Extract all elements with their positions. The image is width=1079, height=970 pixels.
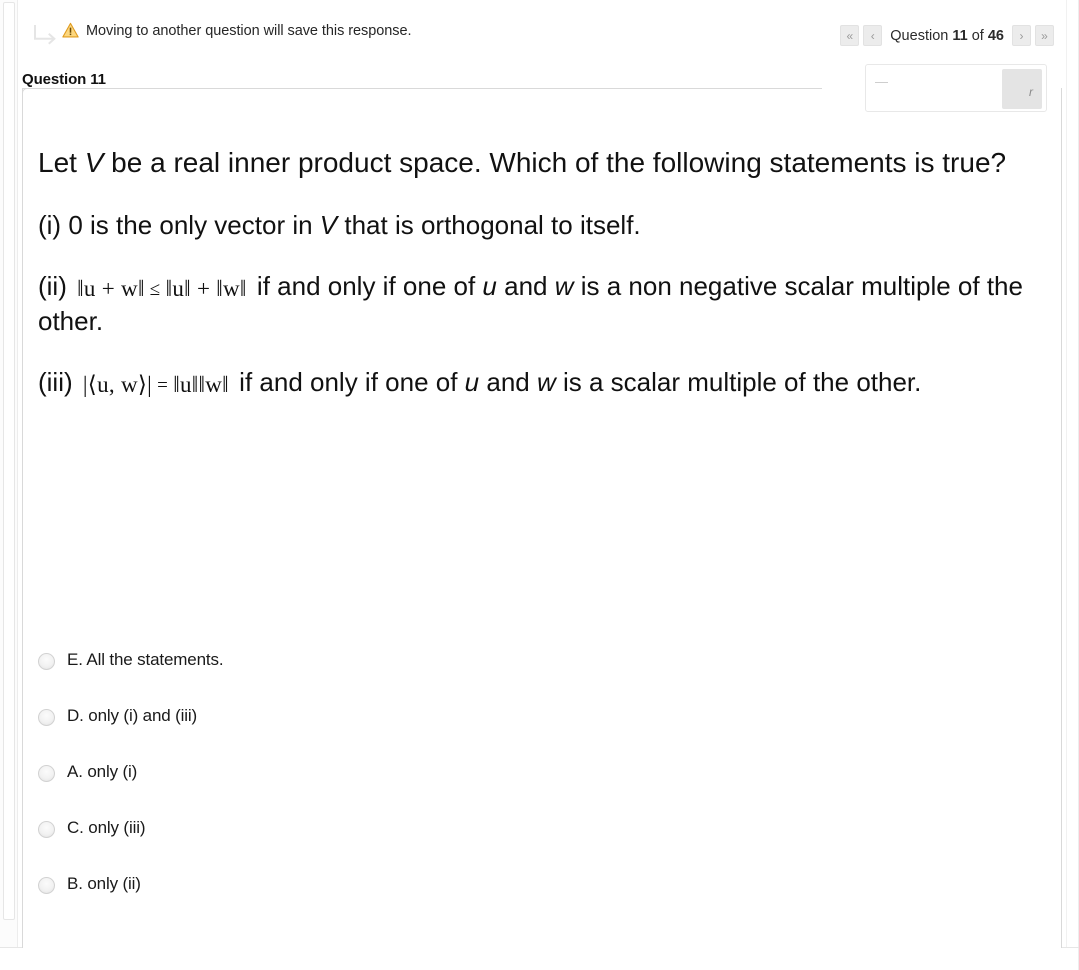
answer-option-b[interactable]: B. only (ii) bbox=[38, 874, 638, 930]
next-question-button[interactable]: › bbox=[1012, 25, 1031, 46]
statement-ii-variable-u: u bbox=[482, 270, 497, 301]
last-question-button[interactable]: » bbox=[1035, 25, 1054, 46]
radio-button-a[interactable] bbox=[38, 765, 55, 782]
answer-option-e-label: E. All the statements. bbox=[67, 650, 224, 669]
statement-ii: (ii) ‖u + w‖ ≤ ‖u‖ + ‖w‖ if and only if … bbox=[38, 269, 1028, 339]
answer-options-list: E. All the statements. D. only (i) and (… bbox=[38, 650, 638, 930]
statement-iii-text-after: is a scalar multiple of the other. bbox=[555, 366, 922, 397]
statement-ii-variable-w: w bbox=[554, 270, 574, 301]
statement-ii-text-before: if and only if one of bbox=[249, 270, 483, 301]
answer-option-d[interactable]: D. only (i) and (iii) bbox=[38, 706, 638, 762]
question-counter-middle: of bbox=[967, 27, 988, 44]
stem-variable: V bbox=[84, 147, 104, 178]
statement-i-text-after: that is orthogonal to itself. bbox=[337, 209, 641, 240]
radio-button-e[interactable] bbox=[38, 653, 55, 670]
question-counter-prefix: Question bbox=[890, 27, 953, 44]
right-inner-edge bbox=[1066, 0, 1067, 948]
overlay-button-label: r bbox=[1029, 85, 1033, 99]
return-arrow-icon bbox=[34, 25, 56, 45]
page-scrollbar-track[interactable] bbox=[0, 0, 18, 948]
statement-i-text-before: 0 is the only vector in bbox=[68, 209, 320, 240]
statement-iii: (iii) |⟨u, w⟩| = ‖u‖‖w‖ if and only if o… bbox=[38, 365, 1028, 401]
answer-option-a-label: A. only (i) bbox=[67, 762, 138, 781]
statement-iii-text-before: if and only if one of bbox=[231, 366, 465, 397]
warning-triangle-icon bbox=[62, 22, 79, 38]
overlay-button[interactable] bbox=[1002, 69, 1042, 109]
question-panel-top-border bbox=[22, 88, 822, 89]
answer-option-e[interactable]: E. All the statements. bbox=[38, 650, 638, 706]
previous-question-button[interactable]: ‹ bbox=[863, 25, 883, 46]
stem-part-2: be a real inner product space. Which of … bbox=[103, 147, 1007, 178]
statement-ii-formula-left: ‖u + w‖ bbox=[77, 275, 145, 301]
overlay-glyph-icon: — bbox=[875, 74, 888, 89]
answer-option-d-label: D. only (i) and (iii) bbox=[67, 706, 198, 725]
statement-ii-formula: ‖u + w‖ ≤ ‖u‖ + ‖w‖ bbox=[74, 275, 250, 301]
save-notice-text: Moving to another question will save thi… bbox=[86, 22, 412, 39]
statement-ii-marker: (ii) bbox=[38, 270, 67, 301]
question-counter-total: 46 bbox=[987, 27, 1004, 44]
question-title: Question 11 bbox=[22, 71, 106, 88]
statement-iii-variable-w: w bbox=[536, 366, 556, 397]
radio-button-b[interactable] bbox=[38, 877, 55, 894]
statement-iii-marker: (iii) bbox=[38, 366, 73, 397]
stem-part-1: Let bbox=[38, 147, 85, 178]
statement-ii-text-mid: and bbox=[496, 270, 555, 301]
question-body: Let V be a real inner product space. Whi… bbox=[38, 145, 1028, 426]
answer-option-c[interactable]: C. only (iii) bbox=[38, 818, 638, 874]
question-pagination: « ‹ Question 11 of 46 › » bbox=[840, 25, 1054, 46]
first-question-button[interactable]: « bbox=[840, 25, 860, 46]
statement-ii-formula-right: ‖u‖ + ‖w‖ bbox=[165, 275, 247, 301]
question-counter-current: 11 bbox=[952, 27, 968, 44]
statement-i-marker: (i) bbox=[38, 209, 62, 240]
question-counter: Question 11 of 46 bbox=[890, 28, 1004, 44]
statement-iii-formula-left: |⟨u, w⟩| bbox=[82, 371, 153, 397]
statement-i-variable: V bbox=[319, 209, 338, 240]
statement-i: (i) 0 is the only vector in V that is or… bbox=[38, 208, 1028, 243]
answer-option-b-label: B. only (ii) bbox=[67, 874, 141, 893]
floating-overlay-panel[interactable]: — r bbox=[865, 64, 1047, 112]
save-notice: Moving to another question will save thi… bbox=[62, 22, 412, 39]
radio-button-d[interactable] bbox=[38, 709, 55, 726]
radio-button-c[interactable] bbox=[38, 821, 55, 838]
question-stem: Let V be a real inner product space. Whi… bbox=[38, 145, 1026, 182]
statement-iii-variable-u: u bbox=[464, 366, 480, 397]
answer-option-a[interactable]: A. only (i) bbox=[38, 762, 638, 818]
question-panel-corner bbox=[22, 88, 32, 98]
statement-iii-formula-right: ‖u‖‖w‖ bbox=[173, 371, 229, 397]
statement-iii-formula-relation: = bbox=[157, 374, 169, 396]
page-scrollbar-thumb[interactable] bbox=[3, 2, 15, 920]
statement-iii-formula: |⟨u, w⟩| = ‖u‖‖w‖ bbox=[80, 371, 232, 397]
answer-option-c-label: C. only (iii) bbox=[67, 818, 146, 837]
statement-iii-text-mid: and bbox=[479, 366, 537, 397]
statement-ii-formula-relation: ≤ bbox=[149, 278, 161, 300]
